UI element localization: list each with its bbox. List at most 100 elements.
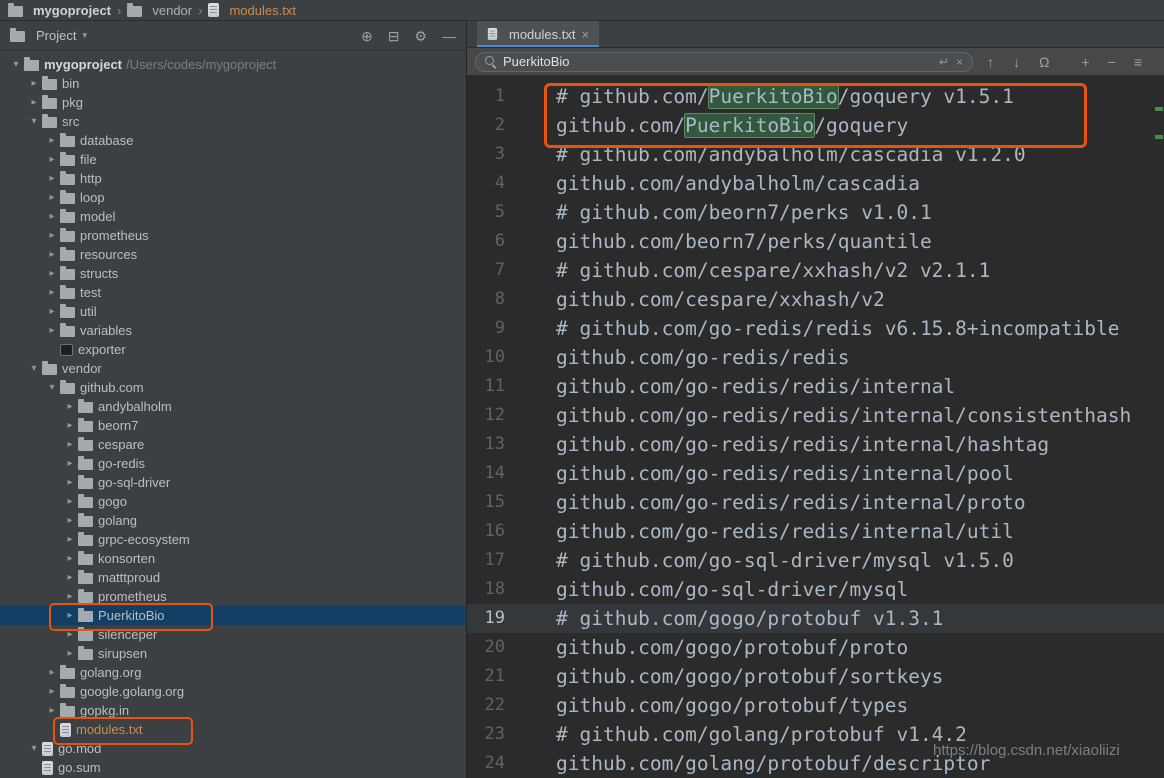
tree-item-pkg[interactable]: ▸pkg [0,93,466,112]
tree-item-prometheus[interactable]: ▸prometheus [0,587,466,606]
tree-item-silenceper[interactable]: ▸silenceper [0,625,466,644]
code-line-11[interactable]: 11github.com/go-redis/redis/internal [467,372,1164,401]
code-line-5[interactable]: 5# github.com/beorn7/perks v1.0.1 [467,198,1164,227]
chevron-right-icon[interactable]: ▸ [44,136,60,146]
tree-item-golang-org[interactable]: ▸golang.org [0,663,466,682]
chevron-right-icon[interactable]: ▸ [26,98,42,108]
code-line-16[interactable]: 16github.com/go-redis/redis/internal/uti… [467,517,1164,546]
chevron-right-icon[interactable]: ▸ [26,79,42,89]
chevron-right-icon[interactable]: ▸ [44,231,60,241]
prev-match-icon[interactable]: ↑ [987,55,994,69]
settings-gear-icon[interactable]: ⚙ [414,29,427,43]
chevron-down-icon[interactable]: ▾ [26,364,42,374]
newline-icon[interactable]: ↵ [939,56,949,68]
chevron-down-icon[interactable]: ▾ [44,383,60,393]
tree-item-file[interactable]: ▸file [0,150,466,169]
project-dropdown-chevron-icon[interactable]: ▾ [82,30,87,41]
code-line-1[interactable]: 1# github.com/PuerkitoBio/goquery v1.5.1 [467,82,1164,111]
code-line-14[interactable]: 14github.com/go-redis/redis/internal/poo… [467,459,1164,488]
code-line-10[interactable]: 10github.com/go-redis/redis [467,343,1164,372]
tree-item-matttproud[interactable]: ▸matttproud [0,568,466,587]
code-line-17[interactable]: 17# github.com/go-sql-driver/mysql v1.5.… [467,546,1164,575]
code-line-21[interactable]: 21github.com/gogo/protobuf/sortkeys [467,662,1164,691]
chevron-right-icon[interactable]: ▸ [62,573,78,583]
tree-item-konsorten[interactable]: ▸konsorten [0,549,466,568]
panel-splitter[interactable] [466,21,467,778]
chevron-right-icon[interactable]: ▸ [44,706,60,716]
code-line-12[interactable]: 12github.com/go-redis/redis/internal/con… [467,401,1164,430]
tree-item-prometheus[interactable]: ▸prometheus [0,226,466,245]
tree-item-puerkitobio[interactable]: ▸PuerkitoBio [0,606,466,625]
tree-item-go-redis[interactable]: ▸go-redis [0,454,466,473]
code-line-20[interactable]: 20github.com/gogo/protobuf/proto [467,633,1164,662]
chevron-right-icon[interactable]: ▸ [44,668,60,678]
tree-item-gopkg-in[interactable]: ▸gopkg.in [0,701,466,720]
chevron-right-icon[interactable]: ▸ [44,250,60,260]
tree-item-structs[interactable]: ▸structs [0,264,466,283]
chevron-down-icon[interactable]: ▾ [26,117,42,127]
tree-item-bin[interactable]: ▸bin [0,74,466,93]
tree-item-go-sum[interactable]: go.sum [0,758,466,777]
search-field[interactable]: ↵ × [475,52,973,72]
chevron-right-icon[interactable]: ▸ [44,307,60,317]
close-tab-icon[interactable]: × [581,28,589,41]
tree-item-github-com[interactable]: ▾github.com [0,378,466,397]
select-all-occurrences-icon[interactable]: Ω [1039,55,1049,69]
chevron-down-icon[interactable]: ▾ [8,60,24,70]
clear-search-icon[interactable]: × [956,56,963,68]
code-line-4[interactable]: 4github.com/andybalholm/cascadia [467,169,1164,198]
chevron-right-icon[interactable]: ▸ [62,516,78,526]
chevron-right-icon[interactable]: ▸ [62,459,78,469]
tree-item-util[interactable]: ▸util [0,302,466,321]
code-line-2[interactable]: 2github.com/PuerkitoBio/goquery [467,111,1164,140]
tree-item-golang[interactable]: ▸golang [0,511,466,530]
code-line-8[interactable]: 8github.com/cespare/xxhash/v2 [467,285,1164,314]
code-line-6[interactable]: 6github.com/beorn7/perks/quantile [467,227,1164,256]
code-area[interactable]: 1# github.com/PuerkitoBio/goquery v1.5.1… [467,76,1164,778]
tree-item-sirupsen[interactable]: ▸sirupsen [0,644,466,663]
collapse-all-icon[interactable]: ⊟ [388,29,400,43]
tree-item-vendor[interactable]: ▾vendor [0,359,466,378]
tree-item-gogo[interactable]: ▸gogo [0,492,466,511]
chevron-right-icon[interactable]: ▸ [62,497,78,507]
hide-panel-icon[interactable]: — [442,29,456,43]
tree-item-go-sql-driver[interactable]: ▸go-sql-driver [0,473,466,492]
next-match-icon[interactable]: ↓ [1013,55,1020,69]
tree-item-modules-txt[interactable]: modules.txt [0,720,466,739]
code-line-13[interactable]: 13github.com/go-redis/redis/internal/has… [467,430,1164,459]
chevron-right-icon[interactable]: ▸ [62,440,78,450]
add-occurrence-icon[interactable]: + [1081,55,1089,69]
locate-icon[interactable]: ⊕ [361,29,373,43]
tree-item-model[interactable]: ▸model [0,207,466,226]
editor-scrollbar[interactable] [1154,97,1164,778]
chevron-right-icon[interactable]: ▸ [44,687,60,697]
tree-item-http[interactable]: ▸http [0,169,466,188]
remove-occurrence-icon[interactable]: − [1108,55,1116,69]
tree-item-google-golang-org[interactable]: ▸google.golang.org [0,682,466,701]
tree-item-resources[interactable]: ▸resources [0,245,466,264]
chevron-right-icon[interactable]: ▸ [62,402,78,412]
code-line-18[interactable]: 18github.com/go-sql-driver/mysql [467,575,1164,604]
editor-tab-modules-txt[interactable]: modules.txt × [477,21,599,47]
tree-item-loop[interactable]: ▸loop [0,188,466,207]
tree-item-src[interactable]: ▾src [0,112,466,131]
breadcrumb-item-modules-txt[interactable]: modules.txt [208,3,295,17]
chevron-right-icon[interactable]: ▸ [44,193,60,203]
chevron-down-icon[interactable]: ▾ [26,744,42,754]
code-line-19[interactable]: 19# github.com/gogo/protobuf v1.3.1 [467,604,1164,633]
tree-item-go-mod[interactable]: ▾go.mod [0,739,466,758]
chevron-right-icon[interactable]: ▸ [44,288,60,298]
chevron-right-icon[interactable]: ▸ [44,326,60,336]
chevron-right-icon[interactable]: ▸ [62,478,78,488]
chevron-right-icon[interactable]: ▸ [62,421,78,431]
breadcrumb-item-mygoproject[interactable]: mygoproject [8,4,111,17]
chevron-right-icon[interactable]: ▸ [44,174,60,184]
filter-options-icon[interactable]: ≡ [1134,55,1142,69]
chevron-right-icon[interactable]: ▸ [62,554,78,564]
code-line-3[interactable]: 3# github.com/andybalholm/cascadia v1.2.… [467,140,1164,169]
tree-item-database[interactable]: ▸database [0,131,466,150]
chevron-right-icon[interactable]: ▸ [44,212,60,222]
chevron-right-icon[interactable]: ▸ [44,269,60,279]
chevron-right-icon[interactable]: ▸ [62,630,78,640]
breadcrumb-item-vendor[interactable]: vendor [127,4,192,17]
